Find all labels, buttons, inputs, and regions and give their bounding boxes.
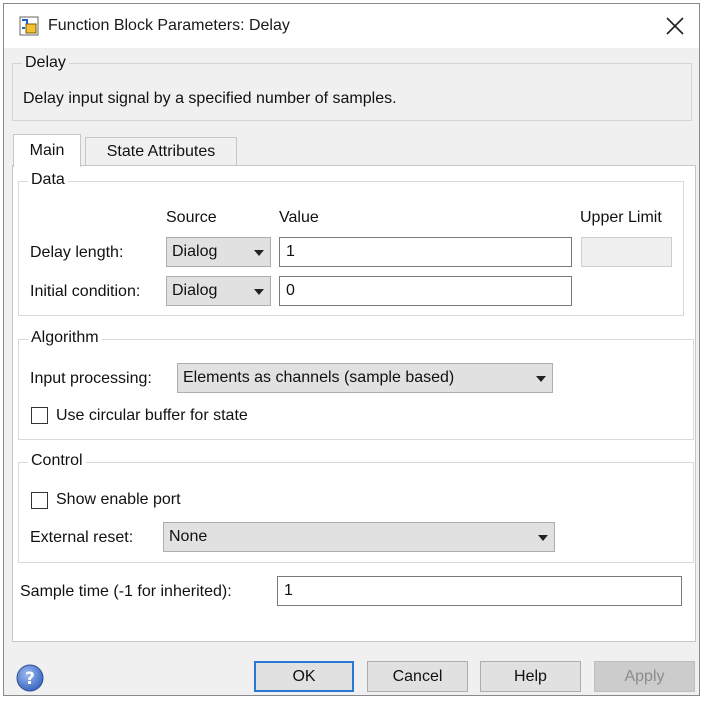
close-icon[interactable] xyxy=(661,12,689,40)
help-button[interactable]: Help xyxy=(480,661,581,692)
tab-panel-main: Data Source Value Upper Limit Delay leng… xyxy=(12,165,696,642)
tab-main[interactable]: Main xyxy=(13,134,81,167)
source-header: Source xyxy=(166,209,217,226)
control-group-label: Control xyxy=(28,452,86,470)
window-title: Function Block Parameters: Delay xyxy=(48,17,290,34)
simulink-block-icon xyxy=(19,16,39,36)
initial-condition-source-dropdown[interactable]: Dialog xyxy=(166,276,271,306)
algorithm-group: Algorithm Input processing: Elements as … xyxy=(18,329,694,440)
dropdown-arrow-icon xyxy=(538,535,548,541)
delay-length-source-value: Dialog xyxy=(172,243,218,260)
initial-condition-value-field[interactable]: 0 xyxy=(279,276,572,306)
external-reset-label: External reset: xyxy=(30,529,134,546)
upper-limit-header: Upper Limit xyxy=(580,209,662,226)
input-processing-dropdown[interactable]: Elements as channels (sample based) xyxy=(177,363,553,393)
delay-length-source-dropdown[interactable]: Dialog xyxy=(166,237,271,267)
apply-button[interactable]: Apply xyxy=(594,661,695,692)
input-processing-label: Input processing: xyxy=(30,370,152,387)
algorithm-group-label: Algorithm xyxy=(28,329,102,347)
enable-port-label: Show enable port xyxy=(56,491,181,508)
value-header: Value xyxy=(279,209,319,226)
description-text: Delay input signal by a specified number… xyxy=(23,90,397,107)
upper-limit-field xyxy=(581,237,672,267)
title-bar: Function Block Parameters: Delay xyxy=(4,4,699,48)
description-group: Delay Delay input signal by a specified … xyxy=(12,54,692,121)
dropdown-arrow-icon xyxy=(536,376,546,382)
tab-state-attributes[interactable]: State Attributes xyxy=(85,137,237,166)
dialog-window: Function Block Parameters: Delay Delay D… xyxy=(3,3,700,696)
data-group-label: Data xyxy=(28,171,68,189)
external-reset-dropdown[interactable]: None xyxy=(163,522,555,552)
dropdown-arrow-icon xyxy=(254,289,264,295)
sample-time-field[interactable]: 1 xyxy=(277,576,682,606)
cancel-button[interactable]: Cancel xyxy=(367,661,468,692)
ok-button[interactable]: OK xyxy=(254,661,354,692)
input-processing-value: Elements as channels (sample based) xyxy=(183,369,455,386)
svg-text:?: ? xyxy=(25,669,35,689)
delay-length-value-field[interactable]: 1 xyxy=(279,237,572,267)
data-group: Data Source Value Upper Limit Delay leng… xyxy=(18,171,684,316)
help-question-icon[interactable]: ? xyxy=(15,663,45,693)
sample-time-label: Sample time (-1 for inherited): xyxy=(20,583,232,600)
initial-condition-label: Initial condition: xyxy=(30,283,141,300)
external-reset-value: None xyxy=(169,528,208,545)
description-group-label: Delay xyxy=(22,54,69,72)
circular-buffer-label: Use circular buffer for state xyxy=(56,407,248,424)
initial-condition-source-value: Dialog xyxy=(172,282,218,299)
dropdown-arrow-icon xyxy=(254,250,264,256)
circular-buffer-checkbox[interactable] xyxy=(31,407,48,424)
delay-length-label: Delay length: xyxy=(30,244,124,261)
enable-port-checkbox[interactable] xyxy=(31,492,48,509)
control-group: Control Show enable port External reset:… xyxy=(18,452,694,563)
